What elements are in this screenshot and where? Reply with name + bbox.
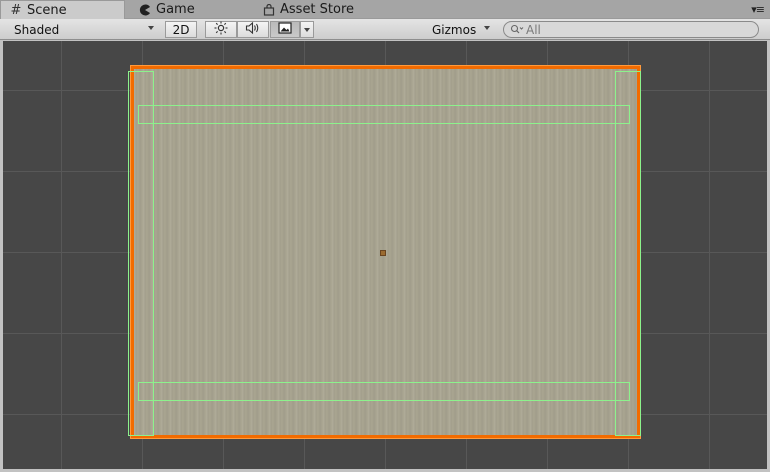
gizmos-dropdown[interactable]: Gizmos: [426, 21, 494, 38]
bottom-wall-collider: [138, 382, 630, 401]
search-input[interactable]: [526, 22, 746, 37]
tab-asset-store-label: Asset Store: [280, 2, 355, 17]
pivot-handle-icon[interactable]: [380, 250, 386, 256]
tab-asset-store[interactable]: Asset Store: [254, 0, 384, 19]
image-icon: [278, 22, 292, 37]
chevron-down-icon: [484, 26, 490, 30]
draw-mode-dropdown[interactable]: Shaded: [8, 21, 158, 38]
mode-2d-label: 2D: [172, 22, 190, 37]
tab-options-menu-icon[interactable]: ▾≡: [751, 3, 765, 16]
sun-icon: [214, 21, 228, 38]
hierarchy-search-box[interactable]: [503, 21, 759, 38]
scene-audio-toggle[interactable]: [237, 21, 269, 38]
top-wall-collider: [138, 105, 630, 124]
game-pacman-icon: [138, 3, 152, 17]
window-tab-bar: # Scene Game Asset Store ▾≡: [0, 0, 770, 20]
search-icon: [510, 23, 524, 37]
chevron-down-icon: [304, 27, 310, 32]
tab-scene-label: Scene: [27, 3, 67, 18]
scene-viewport[interactable]: [3, 41, 767, 469]
scene-effects-dropdown[interactable]: [300, 21, 314, 38]
scene-lighting-toggle[interactable]: [205, 21, 237, 38]
chevron-down-icon: [148, 26, 154, 30]
speaker-icon: [245, 21, 261, 38]
draw-mode-label: Shaded: [14, 22, 60, 37]
gizmos-label: Gizmos: [432, 22, 477, 37]
scene-grid-icon: #: [10, 3, 22, 18]
scene-toolbar: Shaded 2D Gizmos: [0, 19, 770, 40]
scene-effects-toggle[interactable]: [270, 21, 300, 38]
mode-2d-toggle[interactable]: 2D: [165, 21, 197, 38]
tab-game[interactable]: Game: [130, 0, 255, 19]
tab-scene[interactable]: # Scene: [0, 0, 125, 20]
asset-store-bag-icon: [262, 3, 276, 17]
tab-game-label: Game: [156, 2, 195, 17]
